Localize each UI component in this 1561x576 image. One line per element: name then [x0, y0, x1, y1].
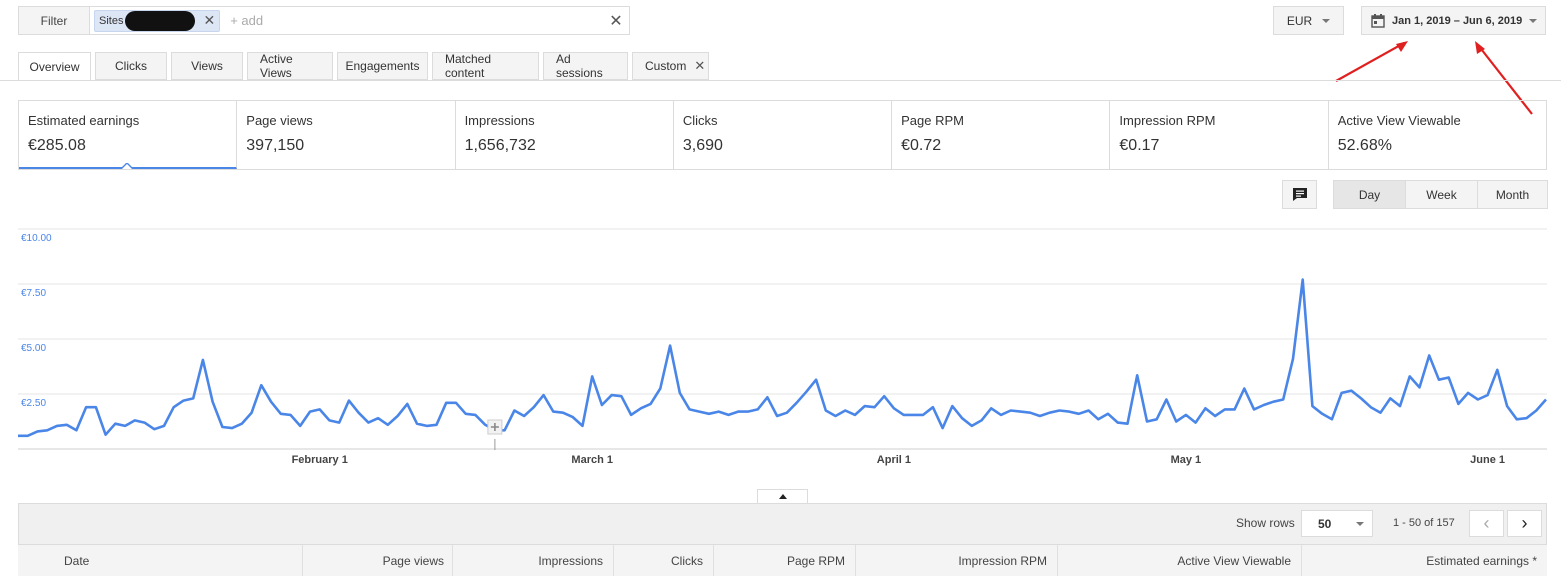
- chevron-right-icon: ›: [1521, 513, 1528, 533]
- tab-clicks[interactable]: Clicks: [95, 52, 167, 80]
- chevron-down-icon: [1356, 521, 1364, 526]
- x-tick-label: June 1: [1470, 454, 1505, 466]
- chevron-down-icon: [1529, 18, 1538, 23]
- currency-value: EUR: [1286, 13, 1313, 28]
- metric-value: 397,150: [246, 137, 305, 154]
- metric-label: Page RPM: [901, 113, 964, 128]
- chevron-left-icon: ‹: [1483, 513, 1490, 533]
- x-tick-label: April 1: [877, 454, 911, 466]
- filter-button[interactable]: Filter: [19, 7, 90, 34]
- y-tick-label: €10.00: [21, 233, 52, 244]
- chevron-down-icon: [1322, 18, 1331, 23]
- metric-card-impressions[interactable]: Impressions 1,656,732: [456, 101, 674, 169]
- metric-card-page-rpm[interactable]: Page RPM €0.72: [892, 101, 1111, 169]
- earnings-chart: €2.50 €5.00 €7.50 €10.00 February 1 March 1 Ap…: [18, 228, 1547, 466]
- tab-matched-content[interactable]: Matched content: [432, 52, 539, 80]
- clear-filter-icon[interactable]: ✕: [603, 11, 629, 31]
- add-annotation-icon[interactable]: [487, 419, 503, 435]
- metric-value: €285.08: [28, 137, 86, 154]
- granularity-week-button[interactable]: Week: [1406, 181, 1478, 208]
- column-header-impression-rpm[interactable]: Impression RPM: [856, 545, 1058, 576]
- metric-card-impression-rpm[interactable]: Impression RPM €0.17: [1110, 101, 1329, 169]
- tab-views[interactable]: Views: [171, 52, 243, 80]
- metric-label: Impression RPM: [1119, 113, 1216, 128]
- tab-engagements[interactable]: Engagements: [337, 52, 428, 80]
- x-tick-label: May 1: [1171, 454, 1202, 466]
- column-header-impressions[interactable]: Impressions: [453, 545, 614, 576]
- metric-card-active-view-viewable[interactable]: Active View Viewable 52.68%: [1329, 101, 1546, 169]
- add-filter-input[interactable]: + add: [230, 13, 603, 28]
- column-header-clicks[interactable]: Clicks: [614, 545, 714, 576]
- metric-label: Active View Viewable: [1337, 113, 1461, 128]
- metric-label: Page views: [246, 113, 313, 128]
- metric-card-estimated-earnings[interactable]: Estimated earnings €285.08: [19, 101, 238, 169]
- metric-value: €0.17: [1119, 137, 1160, 154]
- tab-label: Active Views: [260, 52, 293, 80]
- x-tick-label: March 1: [571, 454, 613, 466]
- tab-ad-sessions[interactable]: Ad sessions: [543, 52, 628, 80]
- rows-per-page-select[interactable]: 50: [1301, 510, 1373, 537]
- metric-card-clicks[interactable]: Clicks 3,690: [674, 101, 893, 169]
- granularity-toggle: Day Week Month: [1333, 180, 1548, 209]
- metric-cards: Estimated earnings €285.08 Page views 39…: [18, 100, 1547, 170]
- metric-label: Clicks: [682, 113, 718, 128]
- granularity-month-button[interactable]: Month: [1478, 181, 1547, 208]
- metric-value: 52.68%: [1337, 137, 1392, 154]
- comment-icon: [1292, 188, 1307, 201]
- column-header-active-view-viewable[interactable]: Active View Viewable: [1058, 545, 1302, 576]
- pagination-range: 1 - 50 of 157: [1393, 517, 1455, 529]
- show-rows-label: Show rows: [1236, 516, 1295, 530]
- tab-label: Custom: [645, 59, 687, 73]
- metric-value: 3,690: [682, 137, 723, 154]
- column-header-page-rpm[interactable]: Page RPM: [714, 545, 856, 576]
- currency-select[interactable]: EUR: [1273, 6, 1344, 35]
- metric-value: €0.72: [901, 137, 942, 154]
- column-header-date[interactable]: Date: [18, 545, 303, 576]
- column-header-estimated-earnings[interactable]: Estimated earnings *: [1302, 545, 1547, 576]
- prev-page-button[interactable]: ‹: [1469, 510, 1504, 537]
- remove-chip-icon[interactable]: ✕: [203, 12, 215, 29]
- tabs-divider: [0, 80, 1561, 81]
- earnings-line: [18, 278, 1547, 438]
- redacted-site-name: [125, 10, 196, 31]
- tab-active-views[interactable]: Active Views: [247, 52, 333, 80]
- next-page-button[interactable]: ›: [1507, 510, 1542, 537]
- x-tick-label: February 1: [292, 454, 348, 466]
- metric-value: 1,656,732: [464, 137, 536, 154]
- filter-chip-label: Sites: [99, 14, 124, 27]
- rows-per-page-value: 50: [1318, 516, 1332, 531]
- report-tabs: Overview Clicks Views Active Views Engag…: [18, 52, 709, 81]
- filter-bar: Filter Sites ✕ + add ✕: [18, 6, 630, 35]
- y-tick-label: €7.50: [21, 288, 46, 299]
- granularity-day-button[interactable]: Day: [1334, 181, 1406, 208]
- collapse-chart-button[interactable]: [757, 489, 808, 503]
- metric-label: Estimated earnings: [28, 113, 140, 128]
- tab-overview[interactable]: Overview: [18, 52, 91, 81]
- metric-card-page-views[interactable]: Page views 397,150: [237, 101, 456, 169]
- close-icon[interactable]: ✕: [694, 58, 705, 74]
- date-range-value: Jan 1, 2019 – Jun 6, 2019: [1392, 14, 1523, 27]
- column-header-page-views[interactable]: Page views: [303, 545, 453, 576]
- selected-indicator-icon: [121, 163, 133, 169]
- y-tick-label: €5.00: [21, 343, 46, 354]
- tab-custom[interactable]: Custom ✕: [632, 52, 709, 80]
- tab-label: Overview: [29, 59, 80, 74]
- date-range-picker[interactable]: Jan 1, 2019 – Jun 6, 2019: [1361, 6, 1546, 35]
- tab-label: Engagements: [345, 59, 420, 73]
- tab-label: Clicks: [115, 59, 147, 73]
- tab-label: Ad sessions: [556, 52, 603, 80]
- y-tick-label: €2.50: [21, 398, 46, 409]
- table-header-row: Date Page views Impressions Clicks Page …: [18, 544, 1547, 576]
- chevron-up-icon: [778, 494, 787, 499]
- annotations-button[interactable]: [1282, 180, 1317, 209]
- tab-label: Matched content: [445, 52, 492, 80]
- metric-label: Impressions: [464, 113, 535, 128]
- filter-chip-sites[interactable]: Sites ✕: [94, 9, 221, 32]
- tab-label: Views: [191, 59, 223, 73]
- calendar-icon: [1371, 13, 1385, 28]
